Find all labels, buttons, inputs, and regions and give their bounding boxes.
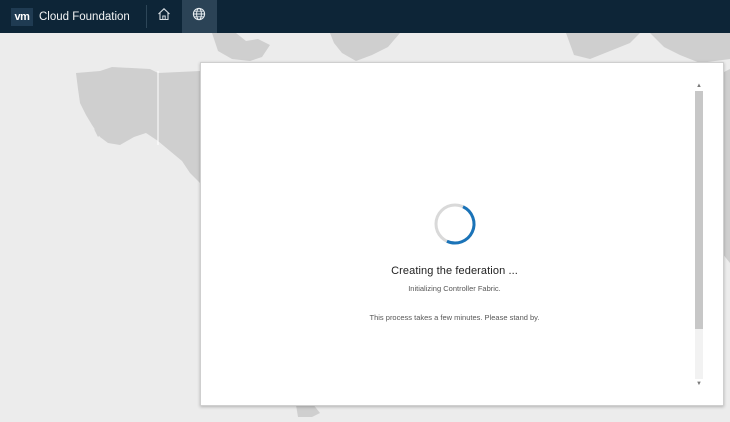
- scroll-up-arrow-icon[interactable]: ▲: [695, 81, 703, 91]
- top-header: vm Cloud Foundation: [0, 0, 730, 33]
- home-button[interactable]: [147, 0, 182, 33]
- status-text: Initializing Controller Fabric.: [408, 284, 501, 293]
- vmware-logo: vm: [11, 7, 33, 26]
- dialog-title: Creating the federation ...: [391, 265, 518, 277]
- scroll-track[interactable]: [695, 91, 703, 379]
- federation-progress-dialog: Creating the federation ... Initializing…: [200, 62, 724, 406]
- loading-spinner: [432, 201, 478, 247]
- globe-icon: [192, 7, 206, 26]
- wait-note: This process takes a few minutes. Please…: [369, 313, 540, 322]
- app-title: Cloud Foundation: [39, 10, 130, 23]
- globe-button[interactable]: [181, 0, 217, 33]
- scroll-thumb[interactable]: [695, 91, 703, 329]
- scroll-down-arrow-icon[interactable]: ▼: [695, 379, 703, 389]
- home-icon: [157, 7, 171, 26]
- dialog-scrollbar[interactable]: ▲ ▼: [695, 81, 703, 389]
